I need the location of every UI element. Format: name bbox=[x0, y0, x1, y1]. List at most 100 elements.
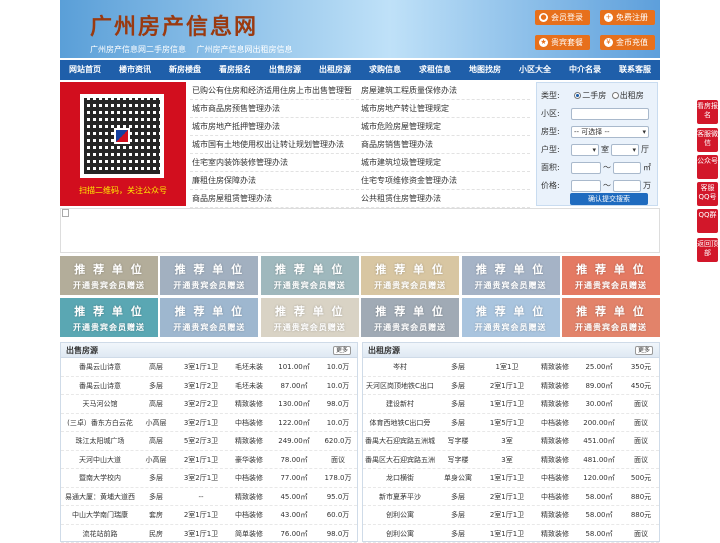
radio-rent[interactable] bbox=[612, 92, 619, 99]
nav-item[interactable]: 小区大全 bbox=[510, 60, 560, 80]
recommended-unit-ad[interactable]: 推 荐 单 位开通贵宾会员赠送 bbox=[361, 256, 459, 295]
nav-item[interactable]: 看房报名 bbox=[210, 60, 260, 80]
listing-row[interactable]: 创利公寓多层2室1厅1卫精致装修58.00㎡880元 bbox=[363, 506, 659, 525]
nav-item[interactable]: 地图找房 bbox=[460, 60, 510, 80]
register-button[interactable]: +免费注册 bbox=[600, 10, 655, 25]
listing-name[interactable]: 番禺云山诗意 bbox=[61, 358, 139, 376]
listing-name[interactable]: 岑村 bbox=[363, 358, 437, 376]
policy-link[interactable]: 城市建筑垃圾管理规定 bbox=[361, 154, 530, 171]
policy-link[interactable]: 廉租住房保障办法 bbox=[192, 172, 361, 189]
listing-row[interactable]: 番禺云山诗意高层3室1厅1卫毛坯未装101.00㎡10.0万 bbox=[61, 358, 357, 377]
listing-name[interactable]: 流花站前路 bbox=[61, 525, 139, 543]
policy-link[interactable]: 住宅专项维修资金管理办法 bbox=[361, 172, 530, 189]
coin-recharge-button[interactable]: ¥金币充值 bbox=[600, 35, 655, 50]
recommended-unit-ad[interactable]: 推 荐 单 位开通贵宾会员赠送 bbox=[160, 298, 258, 337]
search-submit-button[interactable]: 确认提交搜索 bbox=[570, 193, 648, 205]
site-logo[interactable]: 广州房产信息网 bbox=[90, 9, 258, 41]
listing-row[interactable]: 龙口横街单身公寓1室1厅1卫中档装修120.00㎡500元 bbox=[363, 469, 659, 488]
policy-link[interactable]: 城市危险房屋管理规定 bbox=[361, 118, 530, 135]
policy-link[interactable]: 城市房地产转让管理规定 bbox=[361, 100, 530, 117]
nav-item[interactable]: 中介名录 bbox=[560, 60, 610, 80]
float-button[interactable]: 客服QQ号 bbox=[697, 182, 718, 206]
listing-name[interactable]: 天河区岗顶地铁C出口 bbox=[363, 377, 437, 395]
recommended-unit-ad[interactable]: 推 荐 单 位开通贵宾会员赠送 bbox=[462, 256, 560, 295]
policy-link[interactable]: 商品房屋租赁管理办法 bbox=[192, 190, 361, 207]
area-max-input[interactable] bbox=[613, 162, 641, 174]
listing-name[interactable]: 暨南大学校内 bbox=[61, 469, 139, 487]
listing-row[interactable]: 体育西地铁C出口旁多层1室5厅1卫中档装修200.00㎡面议 bbox=[363, 414, 659, 433]
float-button[interactable]: 客服微信 bbox=[697, 128, 718, 152]
policy-link[interactable]: 城市房地产抵押管理办法 bbox=[192, 118, 361, 135]
float-button[interactable]: QQ群 bbox=[697, 209, 718, 233]
policy-link[interactable]: 已购公有住房和经济适用住房上市出售管理暂 bbox=[192, 82, 361, 99]
listing-row[interactable]: 岑村多层1室1卫精致装修25.00㎡350元 bbox=[363, 358, 659, 377]
listing-row[interactable]: 珠江太阳城广场高层5室2厅3卫精致装修249.00㎡620.0万 bbox=[61, 432, 357, 451]
nav-item[interactable]: 求购信息 bbox=[360, 60, 410, 80]
listing-name[interactable]: 番禺区大石迎宾路五洲 bbox=[363, 451, 437, 469]
housing-select[interactable]: -- 可选择 --▾ bbox=[571, 126, 649, 138]
float-button[interactable]: 公众号 bbox=[697, 155, 718, 179]
login-button[interactable]: ●会员登录 bbox=[535, 10, 590, 25]
nav-item[interactable]: 网站首页 bbox=[60, 60, 110, 80]
recommended-unit-ad[interactable]: 推 荐 单 位开通贵宾会员赠送 bbox=[60, 298, 158, 337]
recommended-unit-ad[interactable]: 推 荐 单 位开通贵宾会员赠送 bbox=[261, 298, 359, 337]
recommended-unit-ad[interactable]: 推 荐 单 位开通贵宾会员赠送 bbox=[562, 256, 660, 295]
listing-name[interactable]: 番禺大石迎宾路五洲城 bbox=[363, 432, 437, 450]
listing-row[interactable]: 番禺云山诗意多层3室1厅2卫毛坯未装87.00㎡10.0万 bbox=[61, 377, 357, 396]
nav-item[interactable]: 求租信息 bbox=[410, 60, 460, 80]
listing-row[interactable]: 天河区岗顶地铁C出口多层2室1厅1卫精致装修89.00㎡450元 bbox=[363, 377, 659, 396]
community-input[interactable] bbox=[571, 108, 649, 120]
policy-link[interactable]: 商品房销售管理办法 bbox=[361, 136, 530, 153]
listing-row[interactable]: 番禺区大石迎宾路五洲写字楼3室精致装修481.00㎡面议 bbox=[363, 451, 659, 470]
recommended-unit-ad[interactable]: 推 荐 单 位开通贵宾会员赠送 bbox=[60, 256, 158, 295]
listing-row[interactable]: 易通大厦：黄埔大道西多层--精致装修45.00㎡95.0万 bbox=[61, 488, 357, 507]
listing-name[interactable]: 体育西地铁C出口旁 bbox=[363, 414, 437, 432]
listing-name[interactable]: 天河中山大道 bbox=[61, 451, 139, 469]
nav-item[interactable]: 联系客服 bbox=[610, 60, 660, 80]
listing-row[interactable]: (三卓）番东方白云花小高层3室2厅1卫中档装修122.00㎡10.0万 bbox=[61, 414, 357, 433]
recommended-unit-ad[interactable]: 推 荐 单 位开通贵宾会员赠送 bbox=[562, 298, 660, 337]
nav-item[interactable]: 出租房源 bbox=[310, 60, 360, 80]
sale-more-button[interactable]: 更多 bbox=[333, 346, 351, 355]
listing-row[interactable]: 创利公寓多层1室1厅1卫精致装修58.00㎡面议 bbox=[363, 525, 659, 543]
nav-item[interactable]: 出售房源 bbox=[260, 60, 310, 80]
float-button[interactable]: 看房报名 bbox=[697, 100, 718, 124]
banner-image-placeholder[interactable] bbox=[60, 208, 660, 253]
listing-name[interactable]: 易通大厦：黄埔大道西 bbox=[61, 488, 139, 506]
hall-select[interactable]: ▾ bbox=[611, 144, 639, 156]
nav-item[interactable]: 楼市资讯 bbox=[110, 60, 160, 80]
nav-item[interactable]: 新房楼盘 bbox=[160, 60, 210, 80]
listing-row[interactable]: 暨南大学校内多层3室2厅1卫中档装修77.00㎡178.0万 bbox=[61, 469, 357, 488]
recommended-unit-ad[interactable]: 推 荐 单 位开通贵宾会员赠送 bbox=[361, 298, 459, 337]
policy-link[interactable]: 城市商品房预售管理办法 bbox=[192, 100, 361, 117]
listing-name[interactable]: 创利公寓 bbox=[363, 525, 437, 543]
rent-more-button[interactable]: 更多 bbox=[635, 346, 653, 355]
listing-row[interactable]: 流花站前路民房3室1厅1卫简单装修76.00㎡98.0万 bbox=[61, 525, 357, 543]
policy-link[interactable]: 住宅室内装饰装修管理办法 bbox=[192, 154, 361, 171]
listing-name[interactable]: 番禺云山诗意 bbox=[61, 377, 139, 395]
radio-second-hand[interactable] bbox=[574, 92, 581, 99]
listing-name[interactable]: 新市夏茅平沙 bbox=[363, 488, 437, 506]
vip-package-button[interactable]: ★贵宾套餐 bbox=[535, 35, 590, 50]
listing-row[interactable]: 天河中山大道小高层2室1厅1卫豪华装修78.00㎡面议 bbox=[61, 451, 357, 470]
listing-row[interactable]: 番禺大石迎宾路五洲城写字楼3室精致装修451.00㎡面议 bbox=[363, 432, 659, 451]
listing-name[interactable]: (三卓）番东方白云花 bbox=[61, 414, 139, 432]
listing-name[interactable]: 龙口横街 bbox=[363, 469, 437, 487]
listing-row[interactable]: 天马河公馆高层3室2厅2卫精致装修130.00㎡98.0万 bbox=[61, 395, 357, 414]
listing-name[interactable]: 中山大学南门瑞康 bbox=[61, 506, 139, 524]
float-button[interactable]: 返回顶部 bbox=[697, 238, 718, 262]
recommended-unit-ad[interactable]: 推 荐 单 位开通贵宾会员赠送 bbox=[462, 298, 560, 337]
room-select[interactable]: ▾ bbox=[571, 144, 599, 156]
listing-row[interactable]: 中山大学南门瑞康套房2室1厅1卫中档装修43.00㎡60.0万 bbox=[61, 506, 357, 525]
recommended-unit-ad[interactable]: 推 荐 单 位开通贵宾会员赠送 bbox=[160, 256, 258, 295]
policy-link[interactable]: 公共租赁住房管理办法 bbox=[361, 190, 530, 207]
listing-row[interactable]: 新市夏茅平沙多层2室1厅1卫中档装修58.00㎡880元 bbox=[363, 488, 659, 507]
area-min-input[interactable] bbox=[571, 162, 601, 174]
policy-link[interactable]: 城市国有土地使用权出让转让规划管理办法 bbox=[192, 136, 361, 153]
recommended-unit-ad[interactable]: 推 荐 单 位开通贵宾会员赠送 bbox=[261, 256, 359, 295]
listing-name[interactable]: 珠江太阳城广场 bbox=[61, 432, 139, 450]
listing-name[interactable]: 天马河公馆 bbox=[61, 395, 139, 413]
listing-row[interactable]: 建设新村多层1室1厅1卫精致装修30.00㎡面议 bbox=[363, 395, 659, 414]
policy-link[interactable]: 房屋建筑工程质量保修办法 bbox=[361, 82, 530, 99]
price-min-input[interactable] bbox=[571, 180, 601, 192]
